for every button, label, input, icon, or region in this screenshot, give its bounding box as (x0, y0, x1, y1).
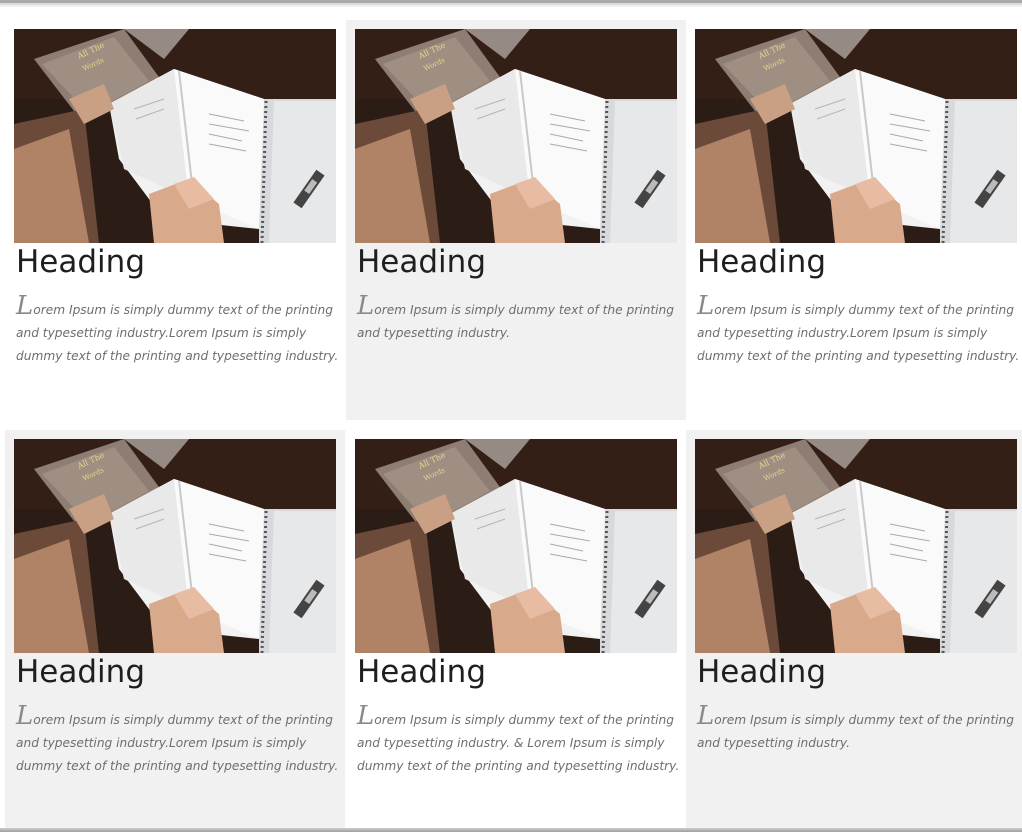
card-image: All The Words (695, 29, 1017, 243)
card-heading: Heading (697, 654, 826, 690)
card-description: Lorem Ipsum is simply dummy text of the … (697, 703, 1020, 755)
card-1: All The Words Heading Lorem Ipsum is sim… (5, 20, 345, 420)
card-description: Lorem Ipsum is simply dummy text of the … (357, 703, 680, 778)
card-image: All The Words (695, 439, 1017, 653)
card-4: All The Words Heading Lorem Ipsum is sim… (5, 430, 345, 830)
top-divider (0, 0, 1022, 10)
drop-cap: L (16, 291, 34, 321)
drop-cap: L (697, 701, 715, 731)
card-image: All The Words (14, 29, 336, 243)
card-image: All The Words (355, 29, 677, 243)
card-text: orem Ipsum is simply dummy text of the p… (357, 303, 674, 340)
card-text: orem Ipsum is simply dummy text of the p… (697, 303, 1020, 363)
drop-cap: L (357, 291, 375, 321)
card-image: All The Words (14, 439, 336, 653)
card-heading: Heading (16, 654, 145, 690)
card-text: orem Ipsum is simply dummy text of the p… (357, 713, 680, 773)
bottom-divider (0, 828, 1022, 832)
card-text: orem Ipsum is simply dummy text of the p… (16, 303, 339, 363)
drop-cap: L (16, 701, 34, 731)
card-description: Lorem Ipsum is simply dummy text of the … (697, 293, 1020, 368)
card-text: orem Ipsum is simply dummy text of the p… (697, 713, 1014, 750)
card-5: All The Words Heading Lorem Ipsum is sim… (346, 430, 686, 830)
card-3: All The Words Heading Lorem Ipsum is sim… (686, 20, 1022, 420)
card-text: orem Ipsum is simply dummy text of the p… (16, 713, 339, 773)
card-description: Lorem Ipsum is simply dummy text of the … (16, 703, 339, 778)
card-heading: Heading (16, 244, 145, 280)
card-6: All The Words Heading Lorem Ipsum is sim… (686, 430, 1022, 830)
drop-cap: L (697, 291, 715, 321)
card-2: All The Words Heading Lorem Ipsum is sim… (346, 20, 686, 420)
card-image: All The Words (355, 439, 677, 653)
drop-cap: L (357, 701, 375, 731)
card-heading: Heading (357, 654, 486, 690)
card-heading: Heading (697, 244, 826, 280)
card-description: Lorem Ipsum is simply dummy text of the … (357, 293, 680, 345)
card-description: Lorem Ipsum is simply dummy text of the … (16, 293, 339, 368)
card-heading: Heading (357, 244, 486, 280)
